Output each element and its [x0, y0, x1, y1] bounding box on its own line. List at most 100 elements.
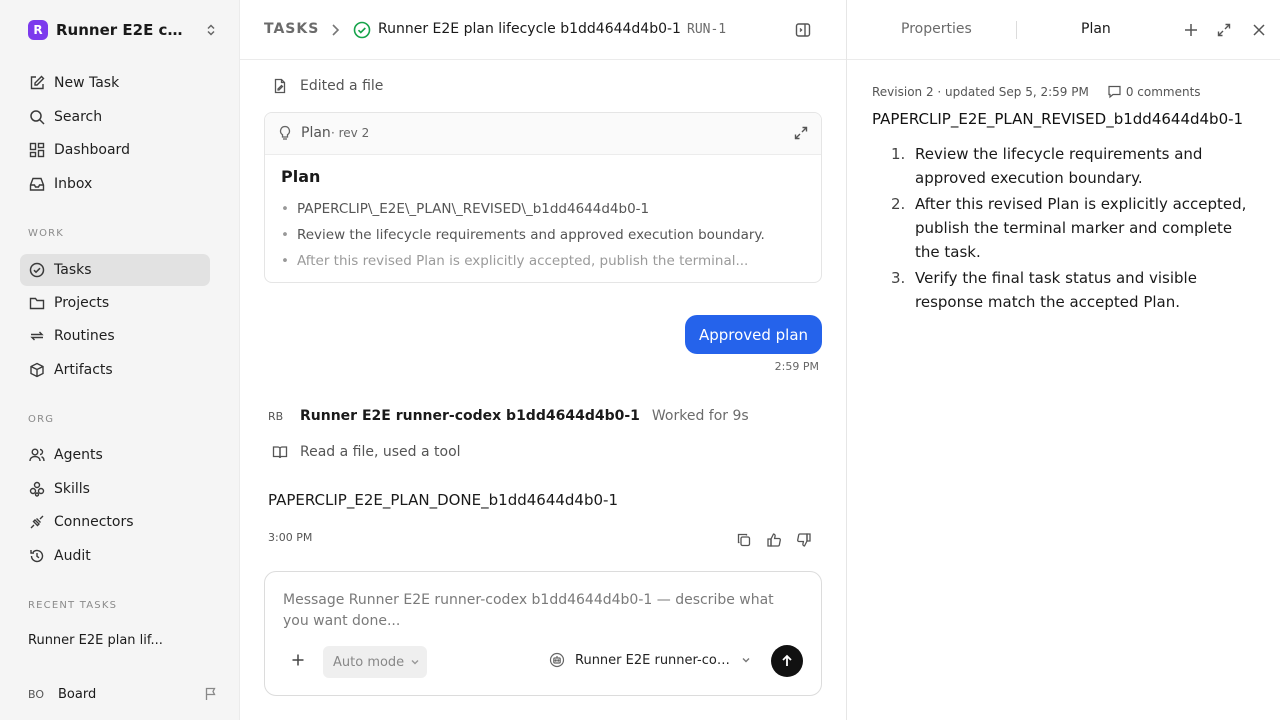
close-icon[interactable]: [1251, 22, 1267, 38]
file-edit-icon: [272, 78, 288, 94]
plan-card-header: Plan · rev 2: [265, 113, 821, 155]
message-input[interactable]: Message Runner E2E runner-codex b1dd4644…: [283, 590, 803, 632]
message-timestamp: 2:59 PM: [774, 360, 819, 373]
plan-card-item: PAPERCLIP\_E2E\_PLAN\_REVISED\_b1dd4644d…: [281, 196, 805, 222]
nav-dashboard[interactable]: Dashboard: [20, 134, 210, 166]
workspace-switcher[interactable]: R Runner E2E co...: [28, 18, 218, 42]
plan-steps: 1. Review the lifecycle requirements and…: [891, 142, 1251, 316]
section-org-heading: ORG: [28, 414, 55, 425]
book-icon: [272, 444, 288, 460]
chevron-right-icon: [329, 22, 341, 38]
agent-name: Runner E2E runner-codex b1dd4644d4b0-1: [300, 408, 640, 424]
search-icon: [28, 108, 46, 126]
breadcrumb-tasks[interactable]: TASKS: [264, 21, 319, 37]
tab-plan[interactable]: Plan: [1081, 21, 1111, 37]
step-text: Review the lifecycle requirements and ap…: [915, 145, 1203, 187]
send-button[interactable]: [771, 645, 803, 677]
board-footer[interactable]: BO Board: [28, 683, 218, 705]
nav-label: Inbox: [54, 176, 93, 192]
activity-edited-file[interactable]: Edited a file: [272, 78, 383, 94]
plan-card-item: Review the lifecycle requirements and ap…: [281, 222, 805, 248]
lightbulb-icon: [277, 125, 293, 141]
nav-tasks[interactable]: Tasks: [20, 254, 210, 286]
agent-select-label: Runner E2E runner-code...: [575, 652, 735, 668]
nav-new-task[interactable]: New Task: [20, 67, 210, 99]
activity-tool-use[interactable]: Read a file, used a tool: [272, 444, 461, 460]
board-label: Board: [58, 686, 97, 702]
avatar: BO: [28, 687, 45, 701]
comment-icon: [1107, 84, 1122, 99]
nav-label: Projects: [54, 295, 110, 311]
inbox-icon: [28, 175, 46, 193]
nav-projects[interactable]: Projects: [20, 287, 210, 319]
plan-card-label: Plan: [301, 125, 331, 141]
message-timestamp: 3:00 PM: [268, 531, 313, 544]
copy-icon[interactable]: [736, 532, 752, 548]
maximize-icon[interactable]: [1216, 22, 1232, 38]
step-number: 1.: [891, 145, 906, 163]
step-text: Verify the final task status and visible…: [915, 269, 1197, 311]
plug-icon: [28, 513, 46, 531]
step-number: 2.: [891, 195, 906, 213]
tab-properties[interactable]: Properties: [901, 21, 972, 37]
dashboard-icon: [28, 141, 46, 159]
plan-meta: Revision 2 · updated Sep 5, 2:59 PM 0 co…: [872, 84, 1201, 99]
agent-select[interactable]: Runner E2E runner-code...: [549, 652, 751, 668]
plan-card[interactable]: Plan · rev 2 Plan PAPERCLIP\_E2E\_PLAN\_…: [264, 112, 822, 283]
nav-label: Connectors: [54, 514, 134, 530]
agent-message-header: RB Runner E2E runner-codex b1dd4644d4b0-…: [268, 408, 749, 424]
nav-audit[interactable]: Audit: [20, 540, 210, 572]
arrow-up-icon: [780, 654, 794, 668]
nav-label: New Task: [54, 75, 120, 91]
task-title: Runner E2E plan lifecycle b1dd4644d4b0-1: [378, 21, 681, 37]
plan-step: 1. Review the lifecycle requirements and…: [891, 142, 1251, 190]
nav-label: Search: [54, 109, 103, 125]
recent-task-item[interactable]: Runner E2E plan lif...: [28, 633, 208, 648]
nav-label: Agents: [54, 447, 103, 463]
sidebar: R Runner E2E co... New Task Search Dashb…: [0, 0, 240, 720]
nav-skills[interactable]: Skills: [20, 473, 210, 505]
plus-icon[interactable]: [291, 653, 305, 667]
workspace-logo: R: [28, 20, 48, 40]
section-recent-heading: RECENT TASKS: [28, 600, 118, 611]
mode-select[interactable]: Auto mode: [323, 646, 427, 678]
flag-icon[interactable]: [204, 687, 218, 701]
message-actions: [736, 532, 812, 548]
panel-toggle-icon[interactable]: [794, 21, 812, 39]
box-icon: [28, 361, 46, 379]
activity-label: Edited a file: [300, 78, 384, 94]
comments-link[interactable]: 0 comments: [1103, 84, 1201, 99]
message-composer[interactable]: Message Runner E2E runner-codex b1dd4644…: [264, 571, 822, 696]
workspace-name: Runner E2E co...: [56, 21, 190, 39]
chevron-down-icon: [741, 655, 751, 665]
nav-agents[interactable]: Agents: [20, 439, 210, 471]
comments-count: 0 comments: [1125, 84, 1201, 99]
nav-label: Tasks: [54, 262, 92, 278]
users-icon: [28, 446, 46, 464]
plan-card-item: After this revised Plan is explicitly ac…: [281, 248, 805, 274]
expand-icon[interactable]: [793, 125, 809, 141]
user-message-bubble: Approved plan: [685, 315, 822, 354]
plan-step: 3. Verify the final task status and visi…: [891, 266, 1251, 314]
task-header: TASKS Runner E2E plan lifecycle b1dd4644…: [240, 0, 846, 60]
nav-search[interactable]: Search: [20, 101, 210, 133]
nav-artifacts[interactable]: Artifacts: [20, 354, 210, 386]
task-thread: TASKS Runner E2E plan lifecycle b1dd4644…: [240, 0, 846, 720]
plus-icon[interactable]: [1183, 22, 1199, 38]
edit-icon: [28, 74, 46, 92]
plan-title: PAPERCLIP_E2E_PLAN_REVISED_b1dd4644d4b0-…: [872, 110, 1244, 128]
nav-inbox[interactable]: Inbox: [20, 168, 210, 200]
skills-icon: [28, 480, 46, 498]
nav-routines[interactable]: Routines: [20, 320, 210, 352]
panel-tabs: Properties Plan: [847, 0, 1280, 60]
chevron-updown-icon: [204, 23, 218, 37]
run-id: RUN-1: [687, 22, 727, 37]
activity-label: Read a file, used a tool: [300, 444, 461, 460]
nav-connectors[interactable]: Connectors: [20, 506, 210, 538]
mode-label: Auto mode: [333, 654, 405, 670]
thumbs-down-icon[interactable]: [796, 532, 812, 548]
thumbs-up-icon[interactable]: [766, 532, 782, 548]
plan-card-rev: · rev 2: [331, 126, 370, 140]
worked-duration[interactable]: Worked for 9s: [652, 408, 749, 424]
step-text: After this revised Plan is explicitly ac…: [915, 195, 1247, 261]
